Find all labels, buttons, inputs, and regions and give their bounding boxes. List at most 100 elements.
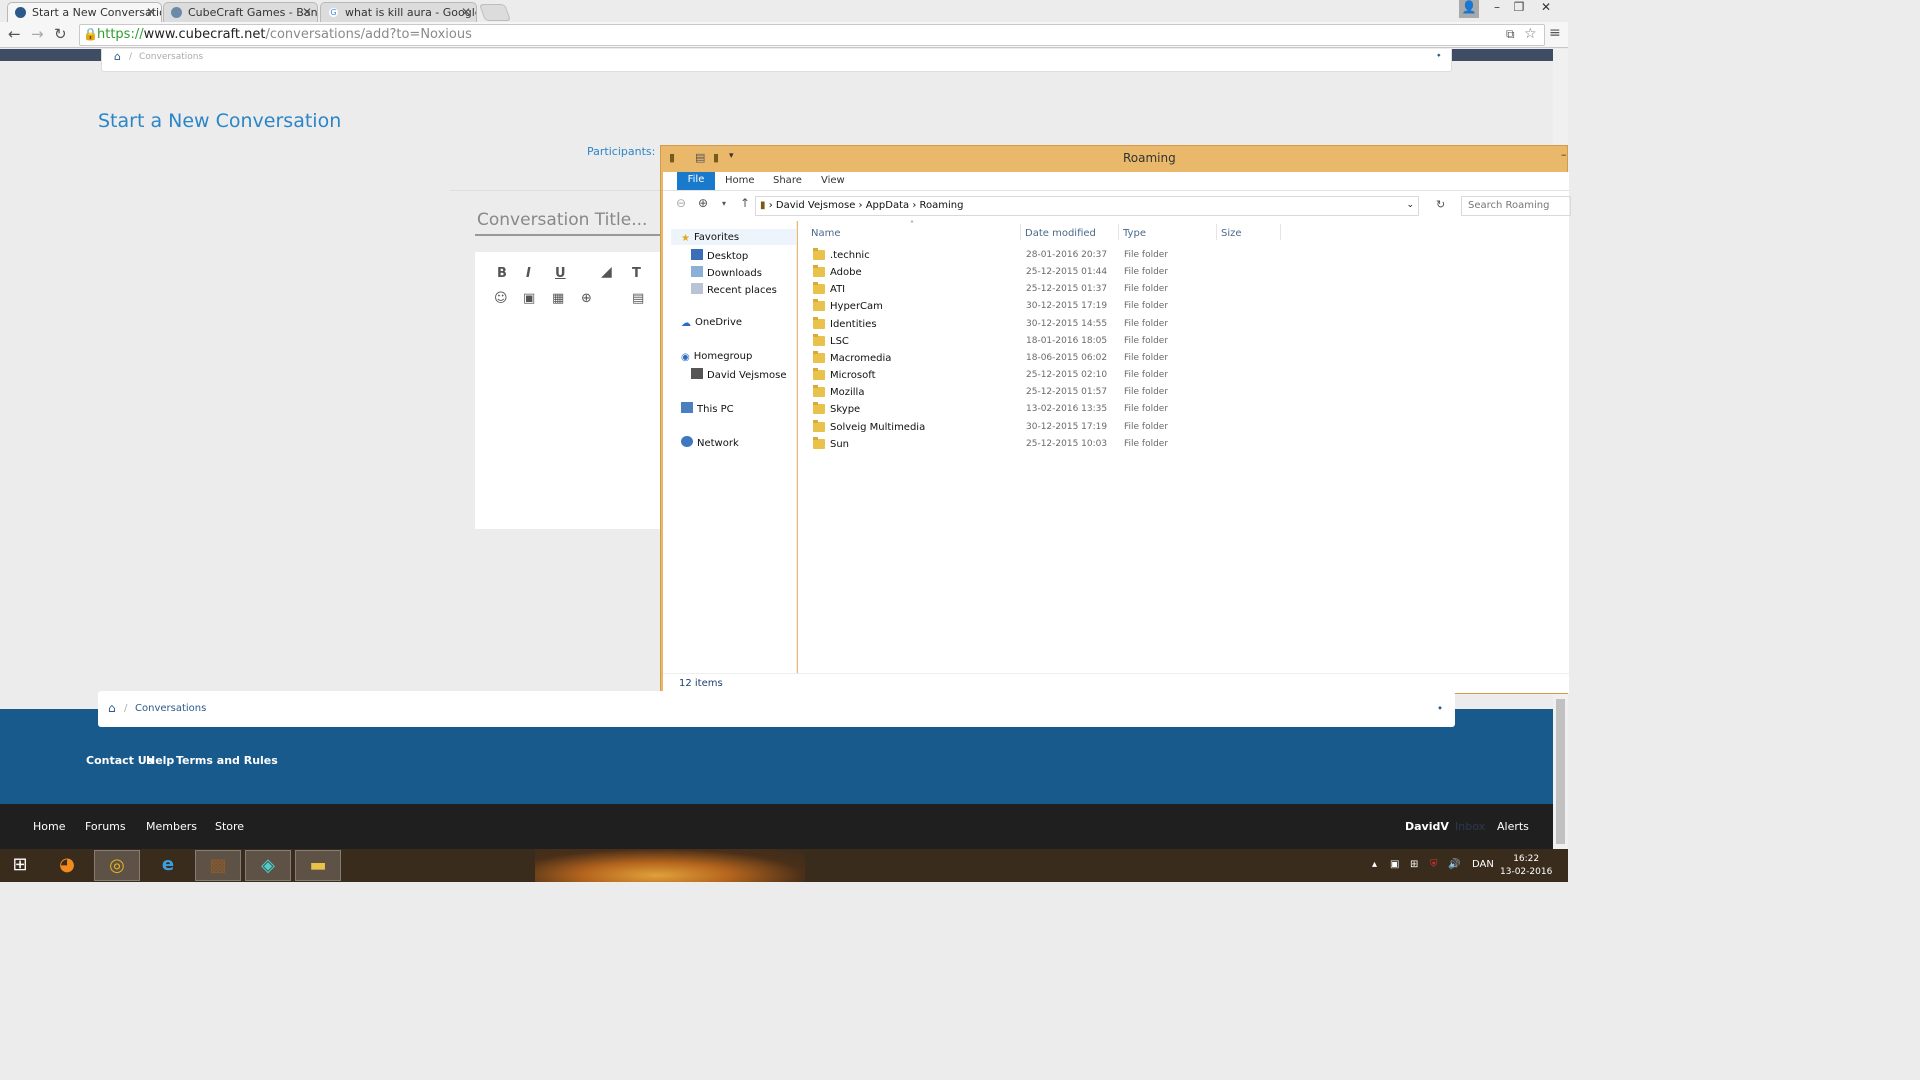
address-breadcrumb[interactable]: ▮ › David Vejsmose › AppData › Roaming ⌄ — [755, 196, 1419, 216]
image-icon[interactable]: ▣ — [523, 291, 535, 306]
volume-icon[interactable]: 🔊 — [1448, 859, 1460, 870]
file-row[interactable]: Microsoft 25-12-2015 02:10 File folder — [798, 367, 1298, 384]
start-button[interactable]: ⊞ — [0, 850, 40, 881]
up-icon[interactable]: ↑ — [740, 196, 750, 210]
new-folder-icon[interactable]: ▮ — [713, 151, 719, 164]
address-bar[interactable]: 🔒 https://www.cubecraft.net/conversation… — [79, 24, 1545, 46]
address-segment-user[interactable]: David Vejsmose — [776, 200, 855, 211]
new-tab-button[interactable] — [478, 4, 512, 21]
footer-nav-members[interactable]: Members — [146, 820, 197, 833]
nav-recent-places[interactable]: Recent places — [691, 283, 777, 296]
footer-link-terms[interactable]: Terms and Rules — [176, 754, 278, 767]
file-row[interactable]: Adobe 25-12-2015 01:44 File folder — [798, 264, 1298, 281]
ribbon-tab-home[interactable]: Home — [725, 175, 755, 186]
file-row[interactable]: ATI 25-12-2015 01:37 File folder — [798, 281, 1298, 298]
file-row[interactable]: Solveig Multimedia 30-12-2015 17:19 File f… — [798, 419, 1298, 436]
file-row[interactable]: Skype 13-02-2016 13:35 File folder — [798, 401, 1298, 418]
column-header-date[interactable]: Date modified — [1025, 228, 1096, 239]
input-language[interactable]: DAN — [1472, 859, 1494, 870]
underline-icon[interactable]: U — [555, 266, 566, 281]
footer-inbox[interactable]: Inbox — [1455, 820, 1485, 833]
tab-cubecraft-ban[interactable]: CubeCraft Games - Ban & ✕ — [163, 2, 318, 22]
footer-link-contact[interactable]: Contact Us — [86, 754, 153, 767]
minimize-icon[interactable]: – — [1561, 148, 1567, 161]
font-size-icon[interactable]: T — [632, 266, 641, 281]
italic-icon[interactable]: I — [526, 266, 531, 281]
participants-field[interactable] — [450, 190, 665, 191]
footer-nav-home[interactable]: Home — [33, 820, 65, 833]
taskbar-file-explorer[interactable]: ▬ — [295, 850, 341, 881]
forward-icon[interactable]: ⊕ — [698, 196, 708, 210]
close-icon[interactable]: ✕ — [461, 5, 471, 19]
nav-homegroup[interactable]: ◉ Homegroup — [681, 351, 752, 363]
media-icon[interactable]: ▦ — [552, 291, 564, 306]
home-icon[interactable]: ⌂ — [114, 50, 121, 63]
address-segment-roaming[interactable]: Roaming — [920, 200, 964, 211]
menu-icon[interactable]: ≡ — [1549, 25, 1561, 41]
show-hidden-icons[interactable]: ▴ — [1372, 859, 1377, 870]
properties-icon[interactable]: ▤ — [695, 151, 705, 164]
nav-this-pc[interactable]: This PC — [681, 402, 734, 415]
address-segment-appdata[interactable]: AppData — [866, 200, 909, 211]
translate-icon[interactable]: ⧉ — [1506, 27, 1515, 42]
refresh-icon[interactable]: ↻ — [1436, 198, 1445, 211]
file-row[interactable]: .technic 28-01-2016 20:37 File folder — [798, 247, 1298, 264]
document-icon[interactable]: ▤ — [632, 291, 644, 306]
text-color-icon[interactable]: ◢ — [601, 264, 612, 280]
antivirus-tray-icon[interactable]: ⛨ — [1430, 859, 1438, 870]
chevron-down-icon[interactable]: ⌄ — [1406, 200, 1414, 210]
tab-start-conversation[interactable]: Start a New Conversation ✕ — [7, 2, 162, 22]
minimize-icon[interactable]: – — [1488, 0, 1506, 18]
taskbar-launcher[interactable]: ◈ — [245, 850, 291, 881]
search-input[interactable]: Search Roaming — [1461, 196, 1571, 216]
recent-locations-icon[interactable]: ▾ — [722, 199, 726, 208]
close-window-icon[interactable]: ✕ — [1532, 0, 1560, 18]
breadcrumb-conversations[interactable]: Conversations — [139, 52, 203, 62]
column-header-name[interactable]: Name — [811, 228, 841, 239]
back-icon[interactable]: ⊖ — [676, 196, 686, 210]
reload-icon[interactable]: ↻ — [54, 25, 67, 43]
location-pin-icon[interactable]: ⬩ — [1438, 701, 1442, 715]
nav-network[interactable]: Network — [681, 436, 739, 449]
footer-alerts[interactable]: Alerts — [1497, 820, 1529, 833]
message-editor[interactable]: B I U ◢ T ☺ ▣ ▦ ⊕ ▤ — [475, 252, 665, 529]
column-divider[interactable] — [1118, 224, 1119, 240]
nav-onedrive[interactable]: ☁ OneDrive — [681, 317, 742, 329]
nav-favorites[interactable]: ★ Favorites — [681, 232, 739, 244]
footer-nav-store[interactable]: Store — [215, 820, 244, 833]
ribbon-tab-share[interactable]: Share — [773, 175, 802, 186]
taskbar-minecraft[interactable]: ▩ — [195, 850, 241, 881]
file-row[interactable]: LSC 18-01-2016 18:05 File folder — [798, 333, 1298, 350]
location-pin-icon[interactable]: ⬩ — [1437, 50, 1441, 61]
close-icon[interactable]: ✕ — [302, 5, 312, 19]
footer-user[interactable]: DavidV — [1405, 820, 1449, 833]
column-divider[interactable] — [1216, 224, 1217, 240]
nav-desktop[interactable]: Desktop — [691, 249, 748, 262]
tab-google-search[interactable]: G what is kill aura - Google ✕ — [320, 2, 477, 22]
footer-link-help[interactable]: Help — [146, 754, 174, 767]
scrollbar-thumb[interactable] — [1556, 699, 1565, 844]
smiley-icon[interactable]: ☺ — [494, 291, 508, 306]
home-icon[interactable]: ⌂ — [108, 701, 116, 715]
windows-tray-icon[interactable]: ⊞ — [1410, 859, 1418, 870]
ribbon-tab-view[interactable]: View — [821, 175, 845, 186]
column-header-size[interactable]: Size — [1221, 228, 1242, 239]
file-row[interactable]: Macromedia 18-06-2015 06:02 File folder — [798, 350, 1298, 367]
network-tray-icon[interactable]: ▣ — [1390, 859, 1399, 870]
clock[interactable]: 16:22 13-02-2016 — [1500, 853, 1552, 879]
url-text[interactable]: https://www.cubecraft.net/conversations/… — [97, 27, 472, 42]
taskbar-firefox[interactable]: ◕ — [44, 850, 90, 881]
back-icon[interactable]: ← — [8, 25, 21, 43]
bookmark-star-icon[interactable]: ☆ — [1524, 26, 1537, 42]
user-profile-icon[interactable]: 👤 — [1459, 0, 1479, 18]
quick-access-dropdown-icon[interactable]: ▾ — [729, 151, 734, 161]
taskbar-internet-explorer[interactable]: e — [145, 850, 191, 881]
conversation-title-input[interactable]: Conversation Title... — [477, 210, 647, 230]
file-row[interactable]: HyperCam 30-12-2015 17:19 File folder — [798, 298, 1298, 315]
taskbar-chrome[interactable]: ◎ — [94, 850, 140, 881]
forward-icon[interactable]: → — [31, 25, 44, 43]
nav-downloads[interactable]: Downloads — [691, 266, 762, 279]
insert-icon[interactable]: ⊕ — [581, 291, 592, 306]
column-divider[interactable] — [1280, 224, 1281, 240]
breadcrumb-conversations[interactable]: Conversations — [135, 703, 206, 714]
